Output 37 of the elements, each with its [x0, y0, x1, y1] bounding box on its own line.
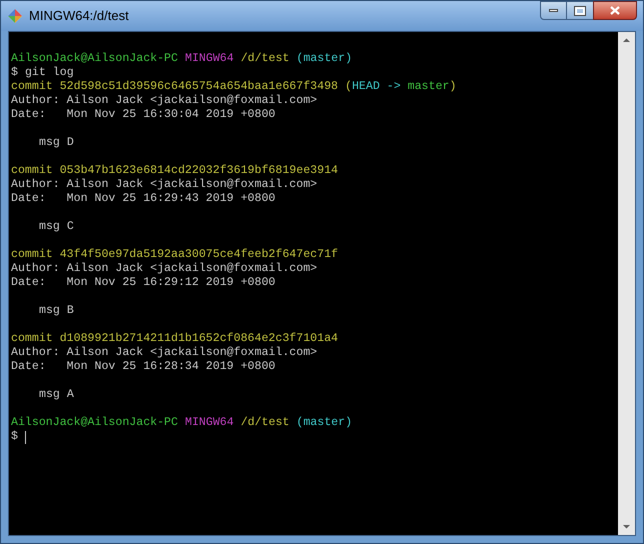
app-icon — [7, 8, 23, 24]
minimize-icon — [549, 9, 558, 12]
commit-message: msg C — [39, 220, 74, 233]
commit-message: msg A — [39, 388, 74, 401]
prompt-user: AilsonJack@AilsonJack-PC — [11, 416, 178, 430]
close-button[interactable] — [593, 1, 637, 20]
commit-date: Date: Mon Nov 25 16:29:43 2019 +0800 — [11, 192, 276, 205]
commit-author: Author: Ailson Jack <jackailson@foxmail.com> — [11, 262, 318, 275]
prompt-system: MINGW64 — [184, 416, 234, 430]
prompt-path: /d/test — [240, 52, 290, 66]
commit-hash: commit d1089921b2714211d1b1652cf0864e2c3f7101a4 — [11, 332, 338, 346]
commit-hash: commit 053b47b1623e6814cd22032f3619bf6819ee3914 — [11, 164, 338, 178]
command-text: git log — [24, 66, 74, 80]
ref-decoration: (HEAD -> master) — [345, 80, 456, 94]
commit-author: Author: Ailson Jack <jackailson@foxmail.com> — [11, 94, 318, 107]
commit-author: Author: Ailson Jack <jackailson@foxmail.com> — [11, 178, 318, 191]
maximize-button[interactable] — [567, 1, 593, 20]
commit-date: Date: Mon Nov 25 16:28:34 2019 +0800 — [11, 360, 276, 373]
prompt-branch: (master) — [296, 52, 352, 66]
prompt-user: AilsonJack@AilsonJack-PC — [11, 52, 178, 66]
commit-date: Date: Mon Nov 25 16:30:04 2019 +0800 — [11, 108, 276, 121]
prompt-sign: $ — [11, 66, 18, 80]
commit-message: msg B — [39, 304, 74, 317]
prompt-path: /d/test — [240, 416, 290, 430]
commit-date: Date: Mon Nov 25 16:29:12 2019 +0800 — [11, 276, 276, 289]
maximize-icon — [575, 6, 585, 14]
commit-message: msg D — [39, 136, 74, 149]
commit-hash: commit 43f4f50e97da5192aa30075ce4feeb2f647ec71f — [11, 248, 338, 262]
prompt-sign: $ — [11, 430, 18, 444]
commit-author: Author: Ailson Jack <jackailson@foxmail.com> — [11, 346, 318, 359]
window-title: MINGW64:/d/test — [29, 7, 129, 26]
minimize-button[interactable] — [540, 1, 567, 20]
close-icon — [610, 6, 620, 15]
text-cursor — [24, 430, 26, 444]
commit-hash: commit 52d598c51d39596c6465754a654baa1e667f3498 — [11, 80, 338, 94]
prompt-system: MINGW64 — [184, 52, 234, 66]
prompt-branch: (master) — [296, 416, 352, 430]
